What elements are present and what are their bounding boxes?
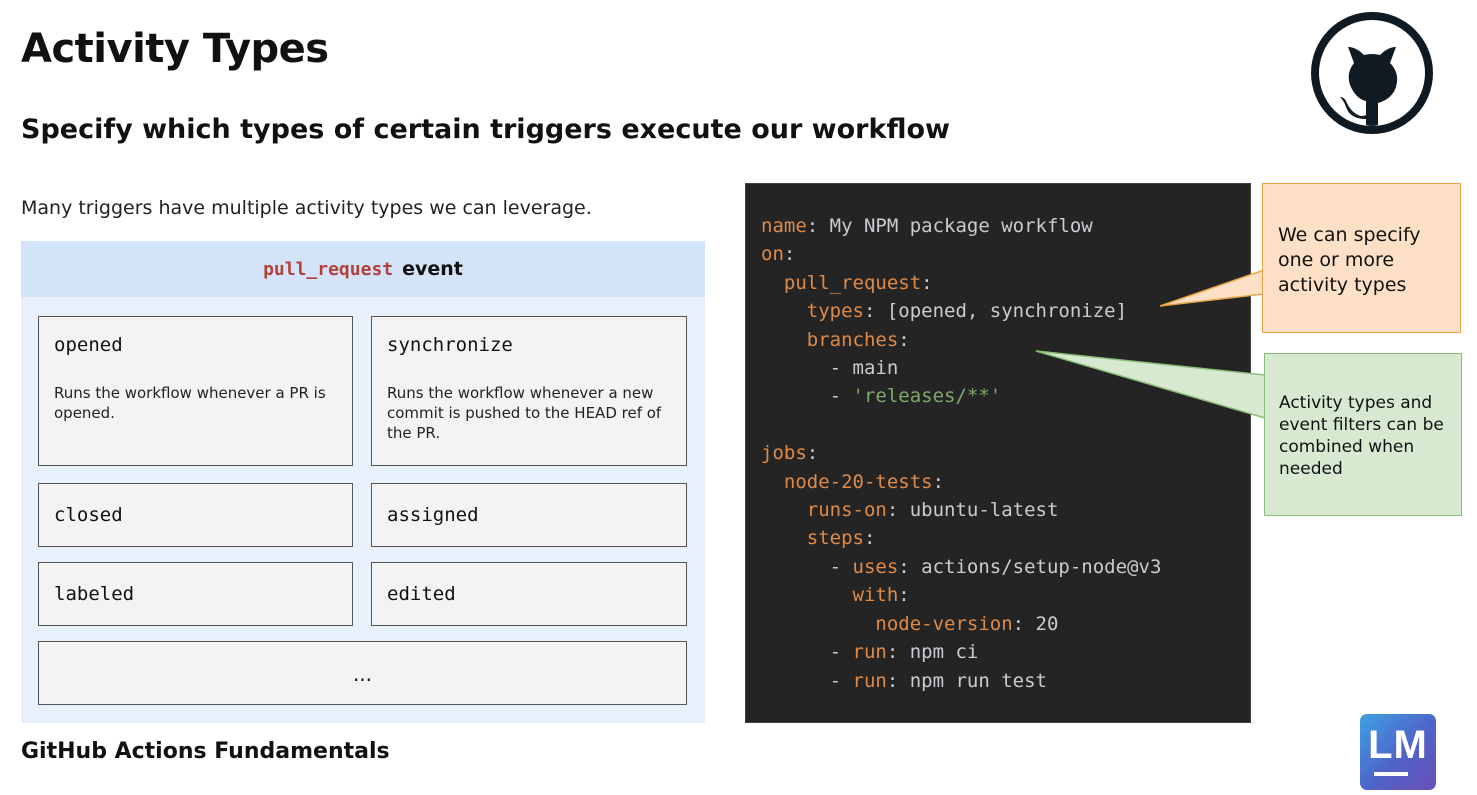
code-key: on xyxy=(761,243,784,266)
event-word: event xyxy=(402,258,463,280)
code-line: node-version: 20 xyxy=(761,610,1161,638)
code-key: node-version xyxy=(875,612,1013,635)
code-text: - xyxy=(761,555,853,578)
code-line: pull_request: xyxy=(761,269,1161,297)
code-key: run xyxy=(852,669,887,692)
panel-header: pull_request event xyxy=(21,241,705,297)
code-text: : xyxy=(898,328,910,351)
callout-text: Activity types and event filters can be … xyxy=(1279,393,1444,479)
activity-name: opened xyxy=(54,334,123,356)
activity-name: closed xyxy=(54,504,123,526)
code-text: : npm ci xyxy=(886,641,979,664)
callout-activity-types: We can specify one or more activity type… xyxy=(1262,183,1461,333)
intro-text: Many triggers have multiple activity typ… xyxy=(21,197,592,219)
code-text: : 20 xyxy=(1012,612,1059,635)
code-text: : npm run test xyxy=(886,669,1047,692)
activity-card-edited: edited xyxy=(371,562,687,626)
activity-description: Runs the workflow whenever a new commit … xyxy=(387,384,662,442)
activity-card-closed: closed xyxy=(38,483,353,547)
code-text: - xyxy=(761,385,853,408)
code-line: runs-on: ubuntu-latest xyxy=(761,496,1161,524)
code-line: with: xyxy=(761,581,1161,609)
code-line: branches: xyxy=(761,326,1161,354)
code-text: : actions/setup-node@v3 xyxy=(898,555,1162,578)
code-text: : [opened, synchronize] xyxy=(863,300,1128,323)
lm-logo-icon: LM xyxy=(1360,714,1436,790)
code-line: - run: npm run test xyxy=(761,667,1161,695)
github-octocat-icon xyxy=(1310,11,1434,135)
code-line: on: xyxy=(761,240,1161,268)
more-ellipsis: ... xyxy=(352,662,373,686)
code-text: : My NPM package workflow xyxy=(806,215,1093,237)
event-code: pull_request xyxy=(263,258,394,280)
code-string: 'releases/**' xyxy=(852,385,1002,408)
code-line: - run: npm ci xyxy=(761,638,1161,666)
activity-name: labeled xyxy=(54,583,135,605)
slide-title: Activity Types xyxy=(21,26,329,72)
code-line: jobs: xyxy=(761,439,1161,467)
code-key: uses xyxy=(852,555,899,578)
code-text: : xyxy=(932,470,945,493)
code-text: : xyxy=(783,243,796,266)
code-text: : ubuntu-latest xyxy=(886,499,1059,522)
code-key: pull_request xyxy=(783,271,922,294)
activity-name: assigned xyxy=(387,504,479,526)
code-line: - main xyxy=(761,354,1161,382)
pull-request-event-panel: pull_request event opened Runs the workf… xyxy=(21,241,705,723)
code-key: name xyxy=(761,215,807,237)
activity-card-synchronize: synchronize Runs the workflow whenever a… xyxy=(371,316,687,466)
code-text: : xyxy=(921,271,933,294)
code-text: - main xyxy=(761,357,899,380)
callout-combined-filters: Activity types and event filters can be … xyxy=(1264,353,1462,516)
code-text: - xyxy=(761,641,853,664)
slide-subtitle: Specify which types of certain triggers … xyxy=(21,114,950,145)
code-line: - 'releases/**' xyxy=(761,382,1161,410)
code-key: steps xyxy=(806,527,864,550)
code-key: branches xyxy=(806,328,899,351)
activity-name: edited xyxy=(387,583,456,605)
callout-text: We can specify one or more activity type… xyxy=(1278,224,1421,296)
activity-card-assigned: assigned xyxy=(371,483,687,547)
code-key: with xyxy=(852,584,899,607)
code-text: : xyxy=(863,527,876,550)
code-text: : xyxy=(898,584,910,607)
code-key: runs-on xyxy=(806,499,887,522)
activity-card-more: ... xyxy=(38,641,687,705)
code-key: types xyxy=(806,300,864,323)
code-key: node-20-tests xyxy=(783,470,933,493)
lm-logo-underline xyxy=(1374,772,1408,776)
code-line: steps: xyxy=(761,524,1161,552)
code-text: - xyxy=(761,669,853,692)
code-key: jobs xyxy=(761,442,807,465)
code-line: types: [opened, synchronize] xyxy=(761,297,1161,325)
lm-logo-text: LM xyxy=(1368,723,1428,767)
activity-card-labeled: labeled xyxy=(38,562,353,626)
course-footer: GitHub Actions Fundamentals xyxy=(21,739,390,764)
activity-description: Runs the workflow whenever a PR is opene… xyxy=(54,384,326,422)
code-line: - uses: actions/setup-node@v3 xyxy=(761,553,1162,581)
workflow-yaml: name: My NPM package workflow on: pull_re… xyxy=(761,212,1161,695)
code-text: : xyxy=(806,442,819,465)
code-key: run xyxy=(852,641,887,664)
activity-name: synchronize xyxy=(387,334,513,356)
workflow-code-block: name: My NPM package workflow on: pull_re… xyxy=(745,183,1251,723)
code-line: node-20-tests: xyxy=(761,468,1161,496)
code-line: name: My NPM package workflow xyxy=(761,212,1161,240)
activity-card-opened: opened Runs the workflow whenever a PR i… xyxy=(38,316,353,466)
